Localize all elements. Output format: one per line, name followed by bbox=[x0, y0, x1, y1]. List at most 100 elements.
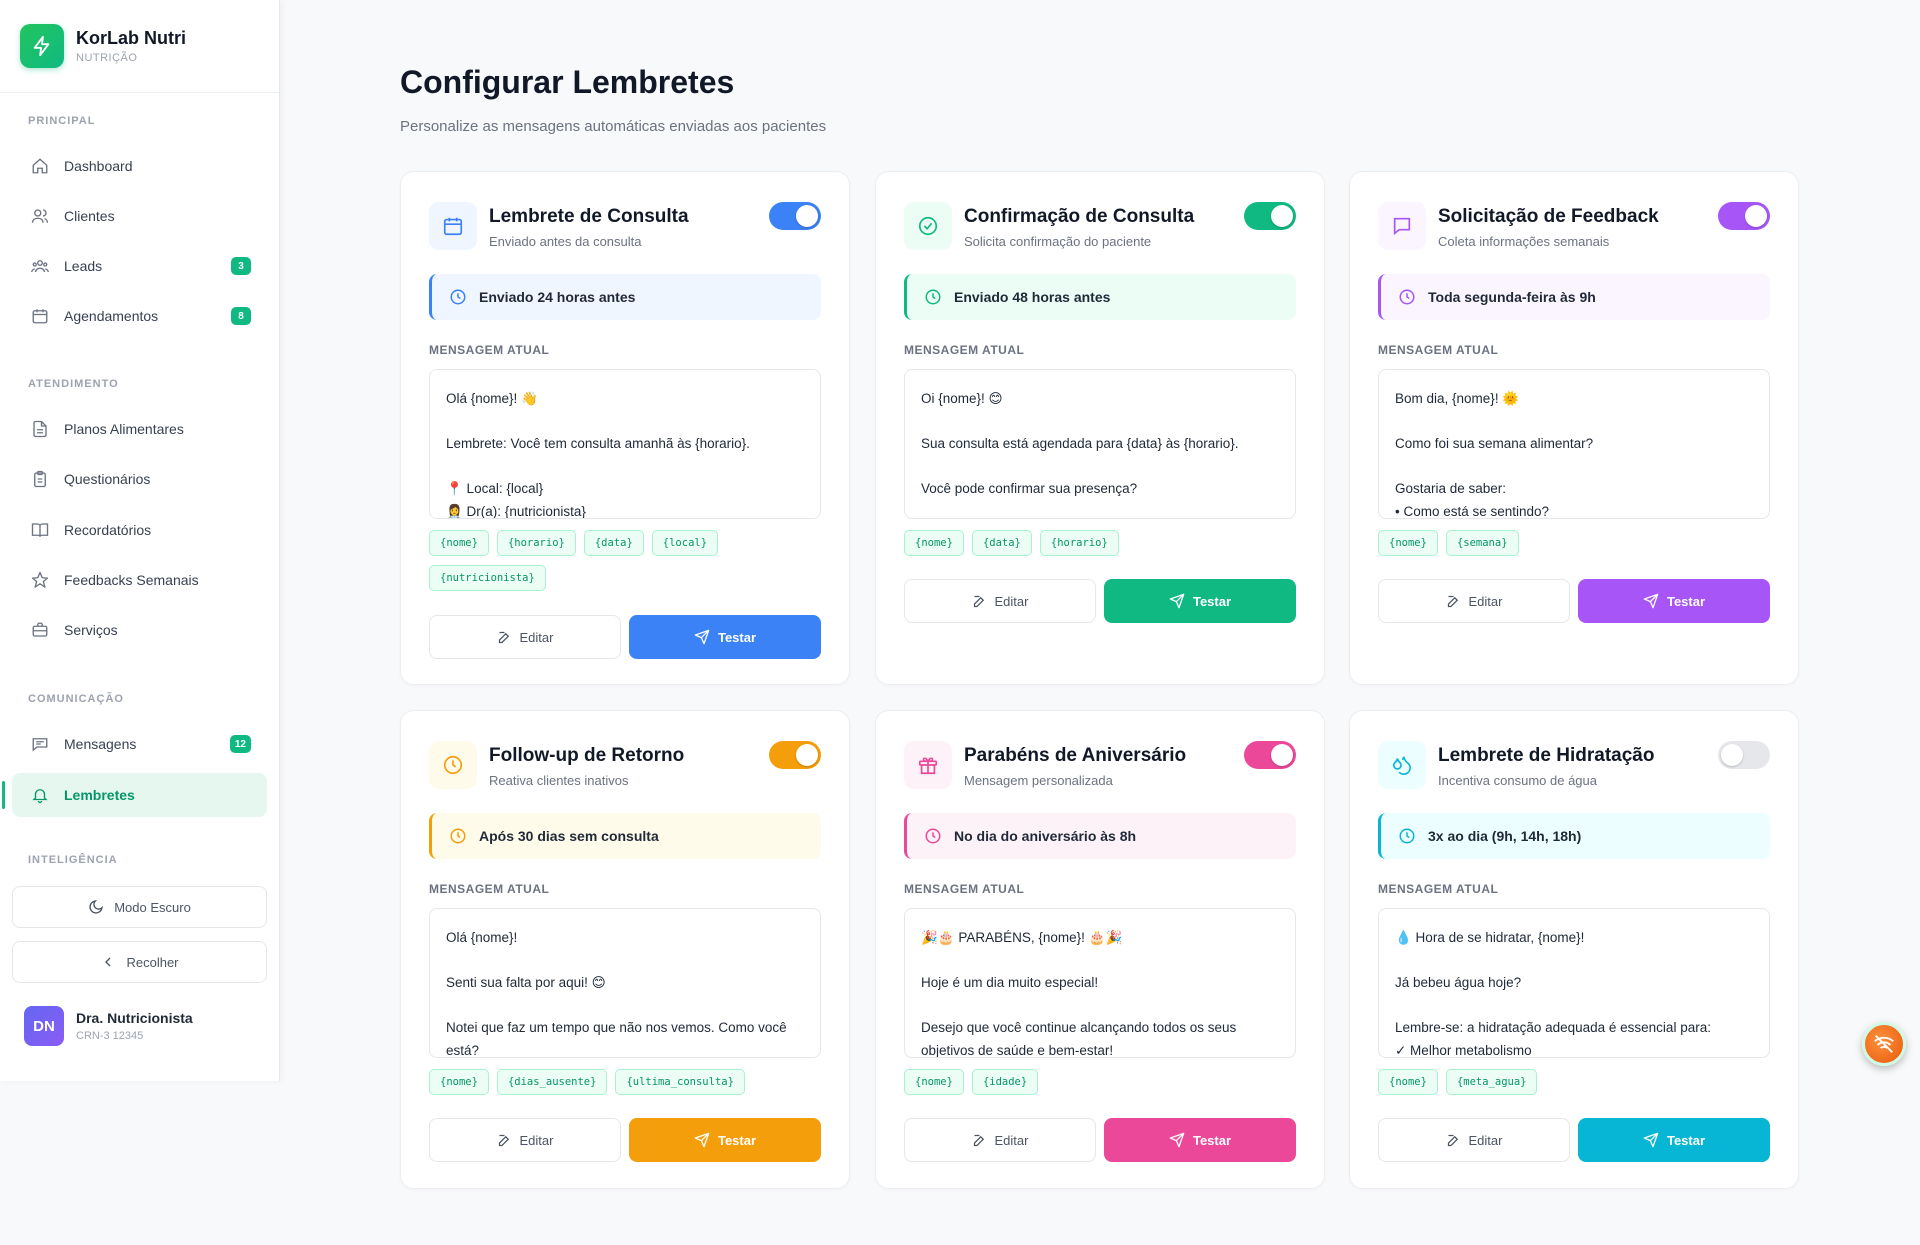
brand-name: KorLab Nutri bbox=[76, 28, 186, 48]
message-preview: 🎉🎂 PARABÉNS, {nome}! 🎂🎉 Hoje é um dia mu… bbox=[904, 908, 1296, 1058]
dark-mode-button[interactable]: Modo Escuro bbox=[12, 886, 267, 928]
collapse-button[interactable]: Recolher bbox=[12, 941, 267, 983]
enable-toggle[interactable] bbox=[769, 741, 821, 769]
toggle-knob bbox=[796, 744, 818, 766]
sidebar-item-label: Questionários bbox=[64, 471, 151, 487]
schedule-info: Enviado 48 horas antes bbox=[904, 274, 1296, 320]
brand[interactable]: KorLab Nutri NUTRIÇÃO bbox=[0, 0, 279, 93]
card-title: Solicitação de Feedback bbox=[1438, 206, 1659, 227]
edit-icon bbox=[972, 594, 987, 609]
variable-chip[interactable]: {nome} bbox=[1378, 1069, 1438, 1095]
variable-chip[interactable]: {horario} bbox=[496, 530, 576, 556]
test-button[interactable]: Testar bbox=[1578, 579, 1770, 623]
sidebar-item-questionarios[interactable]: Questionários bbox=[12, 457, 267, 501]
user-crn: CRN-3 12345 bbox=[76, 1030, 144, 1042]
variable-chip[interactable]: {ultima_consulta} bbox=[615, 1069, 745, 1095]
enable-toggle[interactable] bbox=[769, 202, 821, 230]
variable-chip[interactable]: {nome} bbox=[1378, 530, 1438, 556]
schedule-info: No dia do aniversário às 8h bbox=[904, 813, 1296, 859]
sidebar-item-mensagens[interactable]: Mensagens 12 bbox=[12, 722, 267, 766]
sidebar-item-planos[interactable]: Planos Alimentares bbox=[12, 407, 267, 451]
variable-chip[interactable]: {local} bbox=[651, 530, 719, 556]
gift-icon bbox=[904, 741, 952, 789]
edit-button[interactable]: Editar bbox=[1378, 579, 1570, 623]
star-icon bbox=[30, 570, 50, 590]
clock-icon bbox=[1398, 827, 1416, 845]
users-icon bbox=[30, 206, 50, 226]
clock-icon bbox=[449, 288, 467, 306]
clock-icon bbox=[449, 827, 467, 845]
user-profile[interactable]: DN Dra. Nutricionista CRN-3 12345 bbox=[24, 1006, 193, 1046]
card-description: Incentiva consumo de água bbox=[1438, 773, 1597, 788]
variables-list: {nome} {data} {horario} bbox=[904, 530, 1296, 556]
variable-chip[interactable]: {data} bbox=[971, 530, 1032, 556]
sidebar-item-clientes[interactable]: Clientes bbox=[12, 194, 267, 238]
card-description: Mensagem personalizada bbox=[964, 773, 1113, 788]
sidebar-item-agendamentos[interactable]: Agendamentos 8 bbox=[12, 294, 267, 338]
variable-chip[interactable]: {meta_agua} bbox=[1445, 1069, 1538, 1095]
card-description: Enviado antes da consulta bbox=[489, 234, 642, 249]
user-name: Dra. Nutricionista bbox=[76, 1010, 193, 1026]
test-button[interactable]: Testar bbox=[1578, 1118, 1770, 1162]
edit-button[interactable]: Editar bbox=[429, 615, 621, 659]
test-button[interactable]: Testar bbox=[1104, 1118, 1296, 1162]
wifi-off-icon bbox=[1873, 1033, 1895, 1055]
send-icon bbox=[1643, 1132, 1659, 1148]
clock-icon bbox=[1398, 288, 1416, 306]
sidebar-item-recordatorios[interactable]: Recordatórios bbox=[12, 508, 267, 552]
variables-list: {nome} {meta_agua} bbox=[1378, 1069, 1770, 1095]
edit-button[interactable]: Editar bbox=[904, 579, 1096, 623]
variable-chip[interactable]: {nome} bbox=[904, 1069, 964, 1095]
assistant-fab-button[interactable] bbox=[1862, 1022, 1906, 1066]
sidebar-item-lembretes[interactable]: Lembretes bbox=[2, 773, 267, 817]
card-title: Lembrete de Hidratação bbox=[1438, 745, 1655, 766]
card-header: Confirmação de Consulta Solicita confirm… bbox=[904, 202, 1296, 254]
enable-toggle[interactable] bbox=[1718, 202, 1770, 230]
dark-mode-label: Modo Escuro bbox=[114, 899, 191, 915]
edit-button[interactable]: Editar bbox=[429, 1118, 621, 1162]
enable-toggle[interactable] bbox=[1244, 741, 1296, 769]
chat-icon bbox=[1378, 202, 1426, 250]
test-label: Testar bbox=[1192, 1132, 1232, 1148]
edit-button[interactable]: Editar bbox=[1378, 1118, 1570, 1162]
edit-label: Editar bbox=[1468, 1132, 1503, 1148]
send-icon bbox=[1169, 1132, 1185, 1148]
variable-chip[interactable]: {semana} bbox=[1445, 530, 1519, 556]
page-title: Configurar Lembretes bbox=[400, 64, 735, 100]
edit-button[interactable]: Editar bbox=[904, 1118, 1096, 1162]
schedule-text: Enviado 48 horas antes bbox=[954, 289, 1111, 305]
sidebar-item-leads[interactable]: Leads 3 bbox=[12, 244, 267, 288]
enable-toggle[interactable] bbox=[1244, 202, 1296, 230]
sidebar-item-label: Serviços bbox=[64, 622, 118, 638]
reminder-card: Follow-up de Retorno Reativa clientes in… bbox=[400, 710, 850, 1189]
test-button[interactable]: Testar bbox=[1104, 579, 1296, 623]
variable-chip[interactable]: {idade} bbox=[971, 1069, 1039, 1095]
check-circle-icon bbox=[904, 202, 952, 250]
variable-chip[interactable]: {dias_ausente} bbox=[496, 1069, 608, 1095]
sidebar-item-dashboard[interactable]: Dashboard bbox=[12, 144, 267, 188]
variable-chip[interactable]: {data} bbox=[583, 530, 644, 556]
variable-chip[interactable]: {nome} bbox=[429, 1069, 489, 1095]
variable-chip[interactable]: {nome} bbox=[429, 530, 489, 556]
variable-chip[interactable]: {horario} bbox=[1039, 530, 1119, 556]
send-icon bbox=[1169, 593, 1185, 609]
schedule-text: No dia do aniversário às 8h bbox=[954, 828, 1137, 844]
sidebar-item-feedbacks[interactable]: Feedbacks Semanais bbox=[12, 558, 267, 602]
test-label: Testar bbox=[1192, 593, 1232, 609]
toggle-knob bbox=[1721, 744, 1743, 766]
variable-chip[interactable]: {nome} bbox=[904, 530, 964, 556]
message-label: MENSAGEM ATUAL bbox=[904, 343, 1025, 357]
edit-label: Editar bbox=[519, 1132, 554, 1148]
message-icon bbox=[30, 734, 50, 754]
edit-icon bbox=[1446, 1133, 1461, 1148]
section-principal: PRINCIPAL bbox=[28, 115, 96, 127]
test-button[interactable]: Testar bbox=[629, 1118, 821, 1162]
enable-toggle[interactable] bbox=[1718, 741, 1770, 769]
test-button[interactable]: Testar bbox=[629, 615, 821, 659]
sidebar-item-servicos[interactable]: Serviços bbox=[12, 608, 267, 652]
schedule-info: Enviado 24 horas antes bbox=[429, 274, 821, 320]
variable-chip[interactable]: {nutricionista} bbox=[429, 565, 546, 591]
edit-label: Editar bbox=[1468, 593, 1503, 609]
reminder-card: Solicitação de Feedback Coleta informaçõ… bbox=[1349, 171, 1799, 685]
book-icon bbox=[30, 520, 50, 540]
